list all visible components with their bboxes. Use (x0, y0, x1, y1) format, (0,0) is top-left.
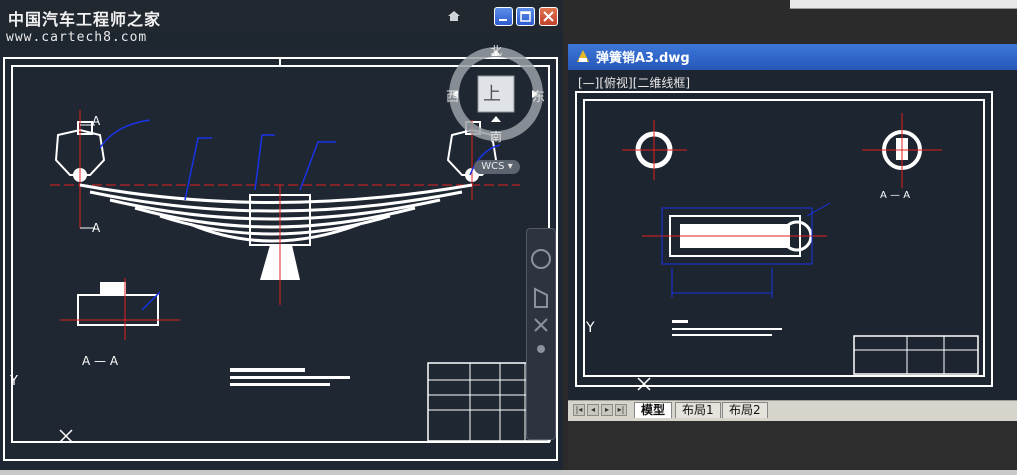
zoom-icon (534, 318, 548, 332)
wcs-label: WCS (481, 161, 505, 172)
close-icon (543, 11, 554, 22)
viewcube-north[interactable]: 北 (490, 42, 502, 59)
last-tab-button[interactable]: ▸| (615, 404, 627, 416)
home-icon[interactable] (447, 7, 461, 21)
leaf-stack (79, 183, 473, 305)
first-tab-button[interactable]: |◂ (573, 404, 585, 416)
section-label-a-bottom: A (92, 221, 101, 235)
prev-tab-button[interactable]: ◂ (587, 404, 599, 416)
wcs-menu-button[interactable]: WCS ▾ (474, 160, 520, 174)
section-label-a-top: A (92, 114, 101, 128)
y-axis-label-right: Y (586, 320, 595, 336)
viewcube-east[interactable]: 东 (532, 86, 545, 105)
steering-wheel-icon (531, 249, 551, 269)
autocad-file-icon (575, 48, 591, 64)
left-window-title: 中国汽车工程师之家 (8, 10, 162, 29)
bottom-status-edge (0, 470, 1017, 475)
viewcube-south[interactable]: 南 (490, 128, 502, 145)
section-label-right: A — A (880, 190, 911, 201)
y-axis-label-left: Y (10, 374, 18, 389)
tab-layout2[interactable]: 布局2 (722, 402, 768, 418)
orbit-icon (537, 345, 545, 353)
section-label-aa: A — A (82, 354, 119, 368)
viewcube-west[interactable]: 西 (446, 86, 459, 105)
tab-layout1[interactable]: 布局1 (675, 402, 721, 418)
background-area (568, 421, 1017, 475)
site-url: www.cartech8.com (6, 30, 148, 45)
right-drawing-canvas[interactable] (572, 88, 1017, 400)
maximize-button[interactable] (516, 7, 535, 26)
spring-pin-drawing (575, 91, 993, 391)
background-window-edge (790, 0, 1017, 9)
maximize-icon (520, 11, 531, 22)
chevron-down-icon: ▾ (507, 161, 513, 172)
tab-model[interactable]: 模型 (634, 402, 673, 418)
leader-lines (99, 119, 501, 201)
next-tab-button[interactable]: ▸ (601, 404, 613, 416)
viewcube-top-face[interactable]: 上 (483, 80, 501, 106)
minimize-icon (499, 19, 507, 21)
pan-icon (534, 287, 548, 308)
notes-block (230, 368, 350, 386)
close-button[interactable] (539, 7, 558, 26)
minimize-button[interactable] (494, 7, 513, 26)
navigation-bar[interactable] (526, 228, 556, 440)
section-detail (60, 278, 180, 340)
right-window-title: 弹簧销A3.dwg (596, 51, 690, 66)
